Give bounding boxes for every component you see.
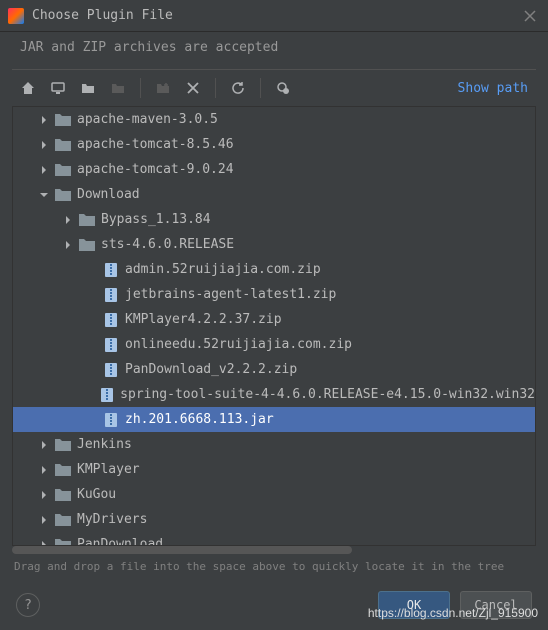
tree-row[interactable]: KMPlayer4.2.2.37.zip — [13, 307, 535, 332]
chevron-right-icon[interactable] — [37, 163, 51, 177]
chevron-right-icon[interactable] — [37, 513, 51, 527]
tree-row[interactable]: spring-tool-suite-4-4.6.0.RELEASE-e4.15.… — [13, 382, 535, 407]
app-icon — [8, 8, 24, 24]
tree-row[interactable]: zh.201.6668.113.jar — [13, 407, 535, 432]
toolbar-separator — [215, 78, 216, 98]
tree-row[interactable]: sts-4.6.0.RELEASE — [13, 232, 535, 257]
tree-label: jetbrains-agent-latest1.zip — [125, 287, 336, 302]
toolbar: Show path — [0, 70, 548, 106]
tree-label: KuGou — [77, 487, 116, 502]
folder-icon — [55, 163, 71, 177]
tree-row[interactable]: MyDrivers — [13, 507, 535, 532]
window-title: Choose Plugin File — [32, 8, 173, 23]
folder-icon — [79, 238, 95, 252]
tree-arrow-spacer — [61, 363, 75, 377]
tree-row[interactable]: PanDownload_v2.2.2.zip — [13, 357, 535, 382]
tree-label: apache-tomcat-8.5.46 — [77, 137, 234, 152]
chevron-right-icon[interactable] — [37, 138, 51, 152]
archive-icon — [103, 313, 119, 327]
tree-label: sts-4.6.0.RELEASE — [101, 237, 234, 252]
tree-arrow-spacer — [61, 313, 75, 327]
tree-label: apache-tomcat-9.0.24 — [77, 162, 234, 177]
folder-icon — [55, 538, 71, 547]
tree-row[interactable]: Bypass_1.13.84 — [13, 207, 535, 232]
archive-icon — [103, 288, 119, 302]
toolbar-separator — [260, 78, 261, 98]
tree-row[interactable]: admin.52ruijiajia.com.zip — [13, 257, 535, 282]
tree-row[interactable]: apache-maven-3.0.5 — [13, 107, 535, 132]
project-icon[interactable] — [80, 80, 96, 96]
cancel-button[interactable]: Cancel — [460, 591, 532, 619]
chevron-right-icon[interactable] — [37, 538, 51, 547]
tree-row[interactable]: apache-tomcat-9.0.24 — [13, 157, 535, 182]
tree-label: PanDownload — [77, 537, 163, 546]
folder-icon — [55, 488, 71, 502]
tree-label: admin.52ruijiajia.com.zip — [125, 262, 321, 277]
chevron-right-icon[interactable] — [61, 238, 75, 252]
folder-icon — [55, 113, 71, 127]
archive-icon — [103, 263, 119, 277]
chevron-right-icon[interactable] — [37, 463, 51, 477]
tree-row[interactable]: onlineedu.52ruijiajia.com.zip — [13, 332, 535, 357]
tree-label: zh.201.6668.113.jar — [125, 412, 274, 427]
file-tree[interactable]: apache-maven-3.0.5 apache-tomcat-8.5.46 ap… — [12, 106, 536, 546]
refresh-icon[interactable] — [230, 80, 246, 96]
folder-icon — [79, 213, 95, 227]
archive-icon — [103, 413, 119, 427]
tree-arrow-spacer — [61, 413, 75, 427]
help-button[interactable]: ? — [16, 593, 40, 617]
tree-label: PanDownload_v2.2.2.zip — [125, 362, 297, 377]
archive-icon — [99, 388, 114, 402]
show-path-link[interactable]: Show path — [458, 81, 528, 96]
module-icon — [110, 80, 126, 96]
scrollbar-horizontal[interactable] — [12, 546, 536, 554]
tree-label: onlineedu.52ruijiajia.com.zip — [125, 337, 352, 352]
home-icon[interactable] — [20, 80, 36, 96]
tree-label: apache-maven-3.0.5 — [77, 112, 218, 127]
tree-label: Download — [77, 187, 140, 202]
chevron-right-icon[interactable] — [37, 438, 51, 452]
desktop-icon[interactable] — [50, 80, 66, 96]
tree-label: Bypass_1.13.84 — [101, 212, 211, 227]
tree-row[interactable]: apache-tomcat-8.5.46 — [13, 132, 535, 157]
tree-label: KMPlayer4.2.2.37.zip — [125, 312, 282, 327]
folder-icon — [55, 463, 71, 477]
folder-icon — [55, 188, 71, 202]
folder-icon — [55, 138, 71, 152]
drop-hint: Drag and drop a file into the space abov… — [0, 554, 548, 579]
show-hidden-icon[interactable] — [275, 80, 291, 96]
folder-icon — [55, 438, 71, 452]
tree-arrow-spacer — [61, 263, 75, 277]
tree-arrow-spacer — [61, 288, 75, 302]
archive-icon — [103, 363, 119, 377]
scrollbar-thumb[interactable] — [12, 546, 352, 554]
delete-icon[interactable] — [185, 80, 201, 96]
subtitle: JAR and ZIP archives are accepted — [0, 32, 548, 69]
tree-row[interactable]: KuGou — [13, 482, 535, 507]
tree-label: spring-tool-suite-4-4.6.0.RELEASE-e4.15.… — [120, 387, 535, 402]
tree-arrow-spacer — [61, 338, 75, 352]
close-icon[interactable] — [520, 6, 540, 26]
folder-icon — [55, 513, 71, 527]
titlebar: Choose Plugin File — [0, 0, 548, 32]
footer: ? OK Cancel — [0, 580, 548, 630]
tree-row[interactable]: jetbrains-agent-latest1.zip — [13, 282, 535, 307]
ok-button[interactable]: OK — [378, 591, 450, 619]
tree-label: MyDrivers — [77, 512, 147, 527]
chevron-right-icon[interactable] — [37, 488, 51, 502]
chevron-right-icon[interactable] — [37, 113, 51, 127]
tree-label: KMPlayer — [77, 462, 140, 477]
tree-row[interactable]: PanDownload — [13, 532, 535, 546]
new-folder-icon — [155, 80, 171, 96]
tree-label: Jenkins — [77, 437, 132, 452]
toolbar-separator — [140, 78, 141, 98]
archive-icon — [103, 338, 119, 352]
tree-row[interactable]: Download — [13, 182, 535, 207]
tree-row[interactable]: KMPlayer — [13, 457, 535, 482]
chevron-right-icon[interactable] — [61, 213, 75, 227]
tree-row[interactable]: Jenkins — [13, 432, 535, 457]
tree-arrow-spacer — [59, 388, 72, 402]
chevron-down-icon[interactable] — [37, 188, 51, 202]
